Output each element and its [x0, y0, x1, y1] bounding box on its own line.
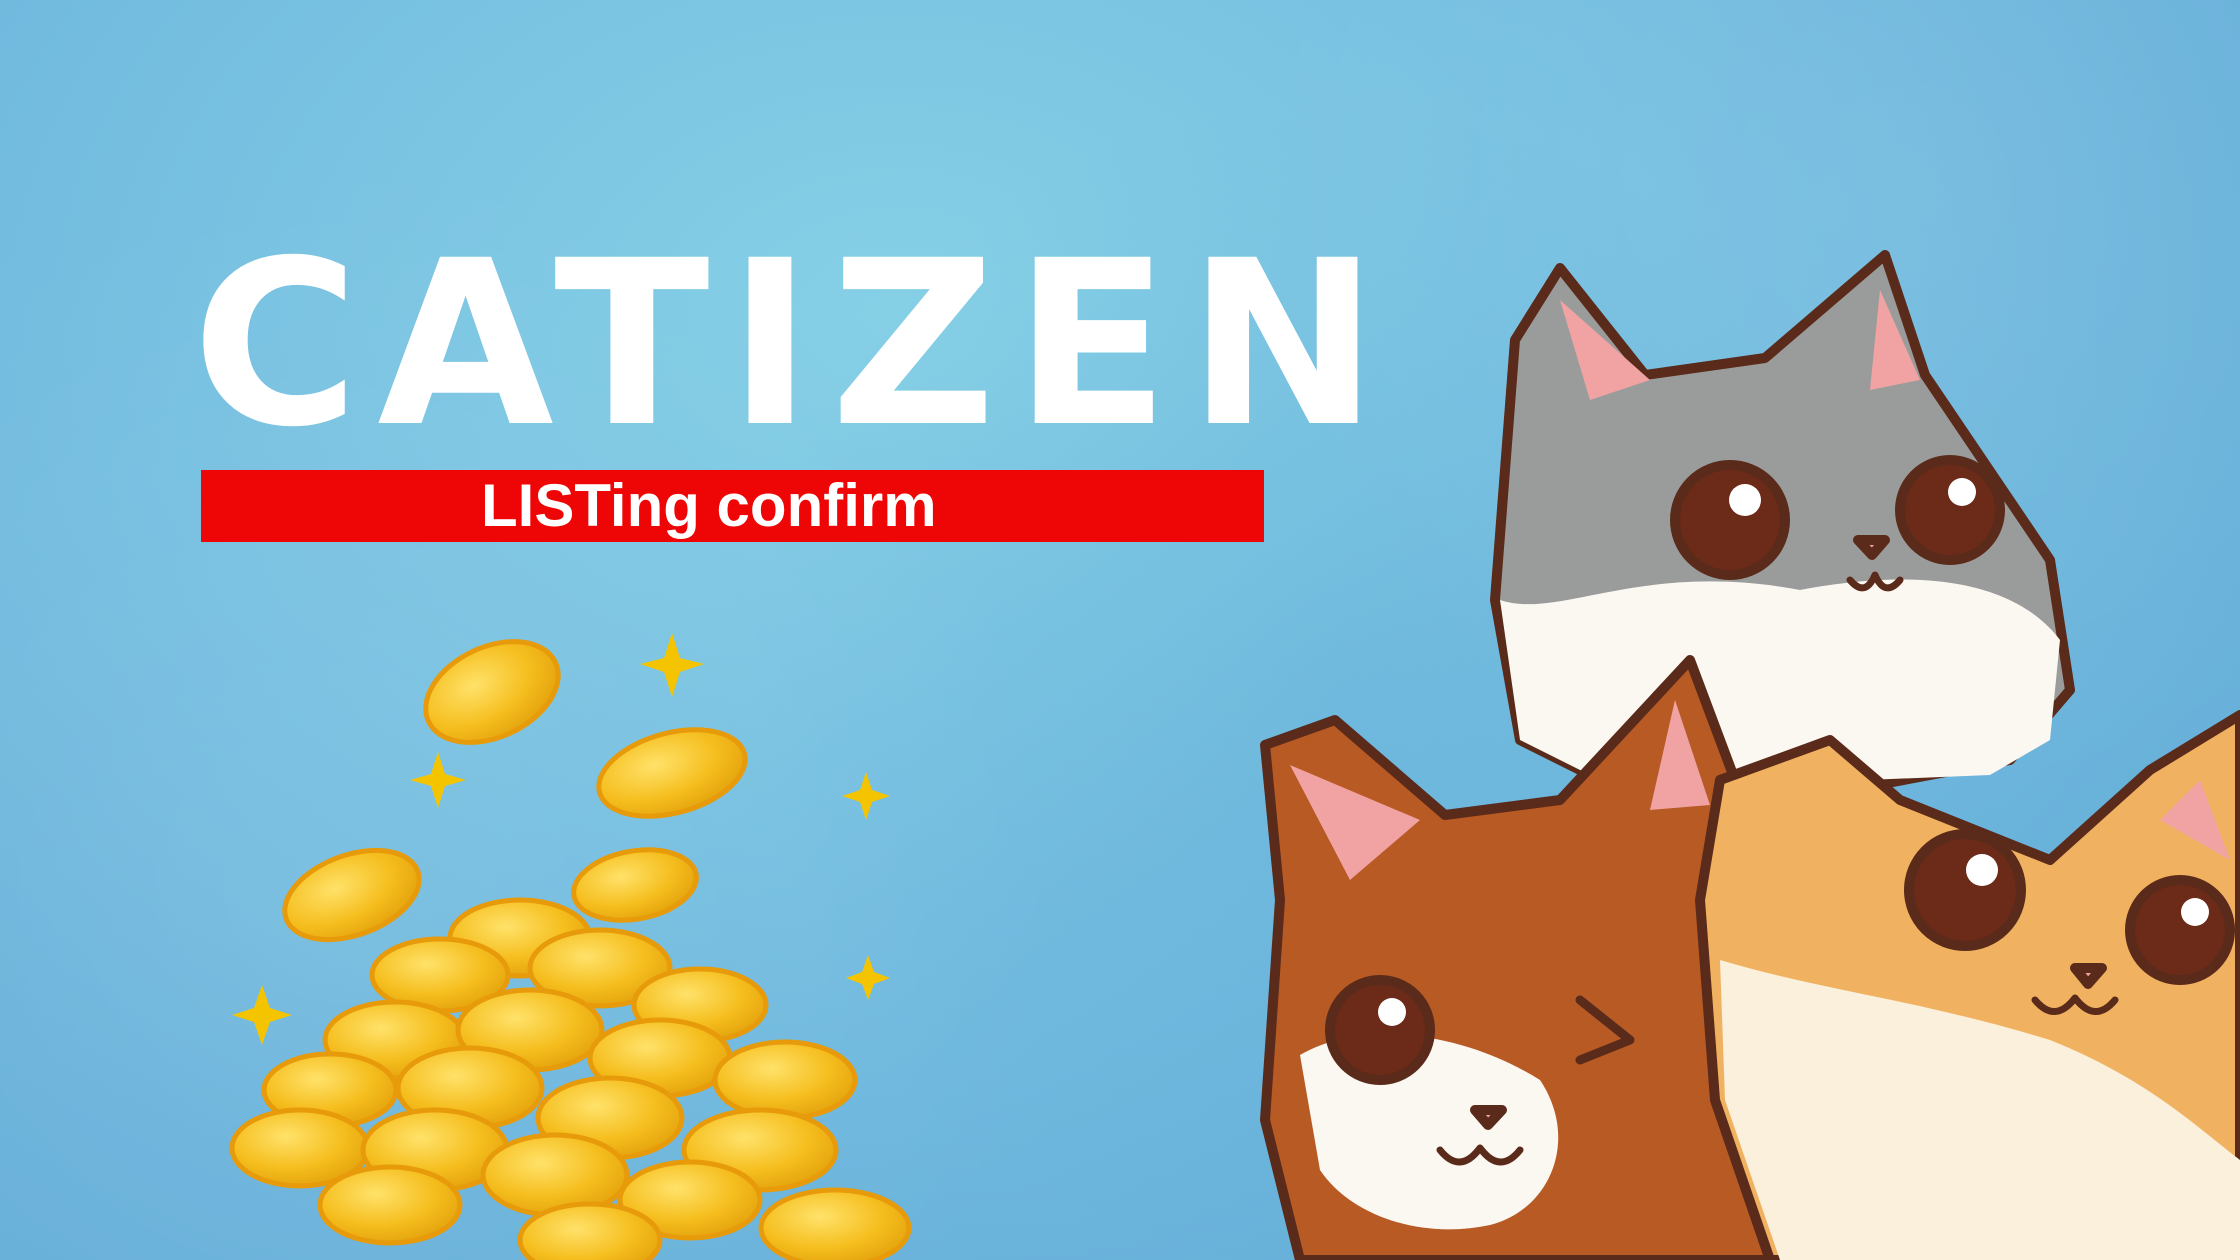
banner-label: LISTing confirm	[481, 472, 937, 539]
page-title: CATIZEN	[192, 211, 1397, 477]
gray-tabby-cat	[1490, 250, 2075, 795]
listing-banner: LISTing confirm	[201, 470, 1264, 542]
orange-tabby-cat	[1695, 710, 2240, 1260]
cats-illustration	[1260, 250, 2240, 1260]
